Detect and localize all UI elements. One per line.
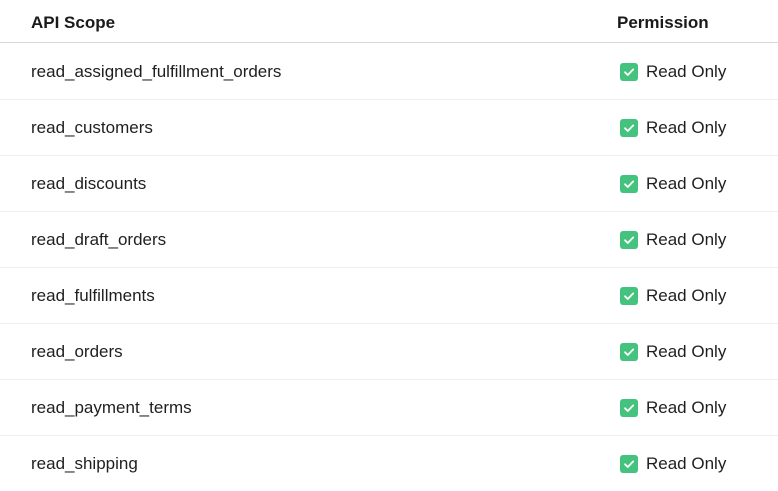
column-header-api-scope: API Scope	[31, 13, 116, 32]
checkmark-icon	[620, 119, 638, 137]
permission-cell: Read Only	[620, 453, 726, 475]
scope-name: read_fulfillments	[31, 286, 155, 305]
permission-cell: Read Only	[620, 61, 726, 83]
table-row: read_fulfillments Read Only	[0, 268, 778, 324]
scope-name: read_customers	[31, 118, 153, 137]
scope-name: read_assigned_fulfillment_orders	[31, 62, 282, 81]
permission-label: Read Only	[646, 342, 727, 361]
api-scope-table: API Scope Permission read_assigned_fulfi…	[0, 0, 778, 491]
permission-label: Read Only	[646, 62, 727, 81]
permission-cell: Read Only	[620, 397, 726, 419]
permission-cell: Read Only	[620, 173, 726, 195]
checkmark-icon	[620, 287, 638, 305]
checkmark-icon	[620, 63, 638, 81]
scope-name: read_draft_orders	[31, 230, 167, 249]
scope-name: read_discounts	[31, 174, 147, 193]
table-row: read_draft_orders Read Only	[0, 212, 778, 268]
column-header-permission: Permission	[617, 13, 709, 32]
table-row: read_discounts Read Only	[0, 156, 778, 212]
scope-name: read_payment_terms	[31, 398, 192, 417]
permission-cell: Read Only	[620, 341, 726, 363]
permission-label: Read Only	[646, 286, 727, 305]
table-body: read_assigned_fulfillment_orders Read On…	[0, 44, 778, 491]
permission-label: Read Only	[646, 118, 727, 137]
checkmark-icon	[620, 175, 638, 193]
permission-cell: Read Only	[620, 229, 726, 251]
table-row: read_assigned_fulfillment_orders Read On…	[0, 44, 778, 100]
checkmark-icon	[620, 343, 638, 361]
scope-name: read_orders	[31, 342, 123, 361]
checkmark-icon	[620, 455, 638, 473]
checkmark-icon	[620, 399, 638, 417]
table-header: API Scope Permission	[0, 0, 778, 43]
permission-cell: Read Only	[620, 117, 726, 139]
permission-cell: Read Only	[620, 285, 726, 307]
table-row: read_orders Read Only	[0, 324, 778, 380]
table-row: read_shipping Read Only	[0, 436, 778, 491]
permission-label: Read Only	[646, 230, 727, 249]
scope-name: read_shipping	[31, 454, 138, 473]
checkmark-icon	[620, 231, 638, 249]
table-row: read_customers Read Only	[0, 100, 778, 156]
permission-label: Read Only	[646, 398, 727, 417]
table-row: read_payment_terms Read Only	[0, 380, 778, 436]
permission-label: Read Only	[646, 454, 727, 473]
permission-label: Read Only	[646, 174, 727, 193]
